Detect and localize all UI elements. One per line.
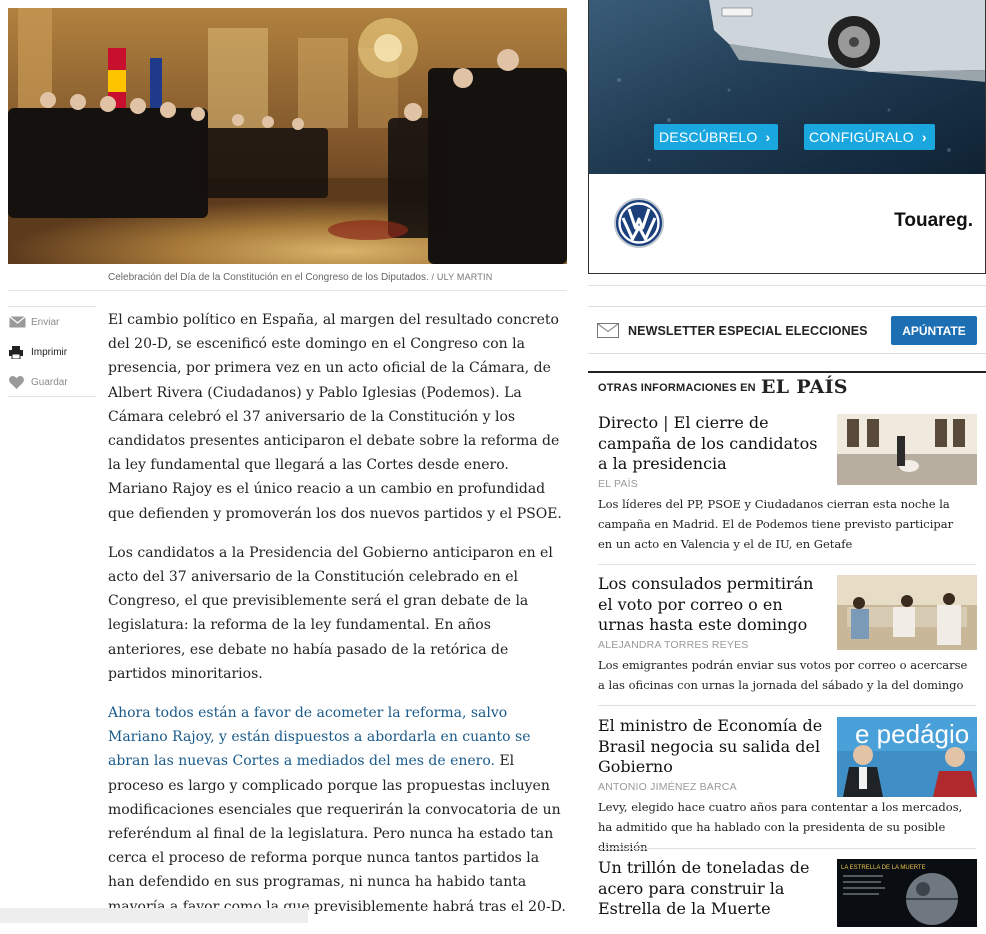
vw-logo-icon [614,198,664,253]
subscribe-button[interactable]: APÚNTATE [891,316,977,345]
bottom-strip [0,908,308,923]
envelope-icon [9,316,27,328]
news-item[interactable]: El ministro de Economía de Brasil negoci… [598,716,978,857]
el-pais-logo[interactable]: EL PAÍS [761,376,848,398]
news-divider [598,705,976,706]
thumb-banner-text: e pedágio [855,719,969,749]
envelope-icon [597,323,619,343]
ad-divider [588,285,986,286]
article-paragraph-3: Ahora todos están a favor de acometer la… [108,701,568,919]
news-summary: Los líderes del PP, PSOE y Ciudadanos ci… [598,496,954,551]
newsletter-title: NEWSLETTER ESPECIAL ELECCIONES [628,324,868,338]
news-title[interactable]: Un trillón de toneladas de acero para co… [598,858,826,920]
vw-advertisement[interactable]: DESCÚBRELO › CONFIGÚRALO › Touareg. [588,0,986,274]
print-label: Imprimir [31,346,68,358]
news-item[interactable]: Directo | El cierre de campaña de los ca… [598,413,978,554]
news-item[interactable]: Un trillón de toneladas de acero para co… [598,858,978,927]
discover-button[interactable]: DESCÚBRELO › [654,124,779,150]
tools-divider [8,306,96,307]
configure-label: CONFIGÚRALO [809,129,914,145]
article-paragraph-2: Los candidatos a la Presidencia del Gobi… [108,544,553,682]
thumb-title-text: LA ESTRELLA DE LA MUERTE [841,865,926,871]
heart-icon [9,375,27,389]
other-news-label: OTRAS INFORMACIONES EN [598,382,756,394]
news-thumbnail[interactable] [837,414,977,485]
paragraph-3-rest: El proceso es largo y complicado porque … [108,753,566,915]
newsletter-box: NEWSLETTER ESPECIAL ELECCIONES APÚNTATE [588,306,986,354]
news-item[interactable]: Los consulados permitirán el voto por co… [598,574,978,695]
news-divider [598,848,976,849]
news-divider [598,564,976,565]
save-button[interactable]: Guardar [9,371,95,393]
send-button[interactable]: Enviar [9,311,95,333]
print-button[interactable]: Imprimir [9,341,95,363]
news-title[interactable]: El ministro de Economía de Brasil negoci… [598,716,826,778]
configure-button[interactable]: CONFIGÚRALO › [804,124,935,150]
news-summary: Los emigrantes podrán enviar sus votos p… [598,657,968,692]
news-thumbnail[interactable]: LA ESTRELLA DE LA MUERTE [837,859,977,927]
news-thumbnail[interactable]: e pedágio [837,717,977,797]
tools-divider-bottom [8,396,96,397]
chevron-right-icon: › [921,129,927,145]
news-thumbnail[interactable] [837,575,977,650]
ad-brand-text: Touareg. [894,210,973,231]
printer-icon [9,345,27,359]
article-body: El cambio político en España, al margen … [108,308,568,934]
photo-caption: Celebración del Día de la Constitución e… [108,272,492,283]
other-news-header: OTRAS INFORMACIONES EN EL PAÍS [588,371,986,403]
highlighted-quote-link[interactable]: Ahora todos están a favor de acometer la… [108,705,531,769]
article-photo [8,8,567,264]
news-title[interactable]: Directo | El cierre de campaña de los ca… [598,413,826,475]
news-title[interactable]: Los consulados permitirán el voto por co… [598,574,826,636]
caption-text: Celebración del Día de la Constitución e… [108,272,429,283]
article-paragraph-1: El cambio político en España, al margen … [108,312,562,522]
send-label: Enviar [31,316,60,328]
save-label: Guardar [31,376,68,388]
discover-label: DESCÚBRELO [659,129,758,145]
chevron-right-icon: › [765,129,771,145]
caption-credit: / ULY MARTIN [431,272,493,282]
caption-divider [8,290,567,291]
